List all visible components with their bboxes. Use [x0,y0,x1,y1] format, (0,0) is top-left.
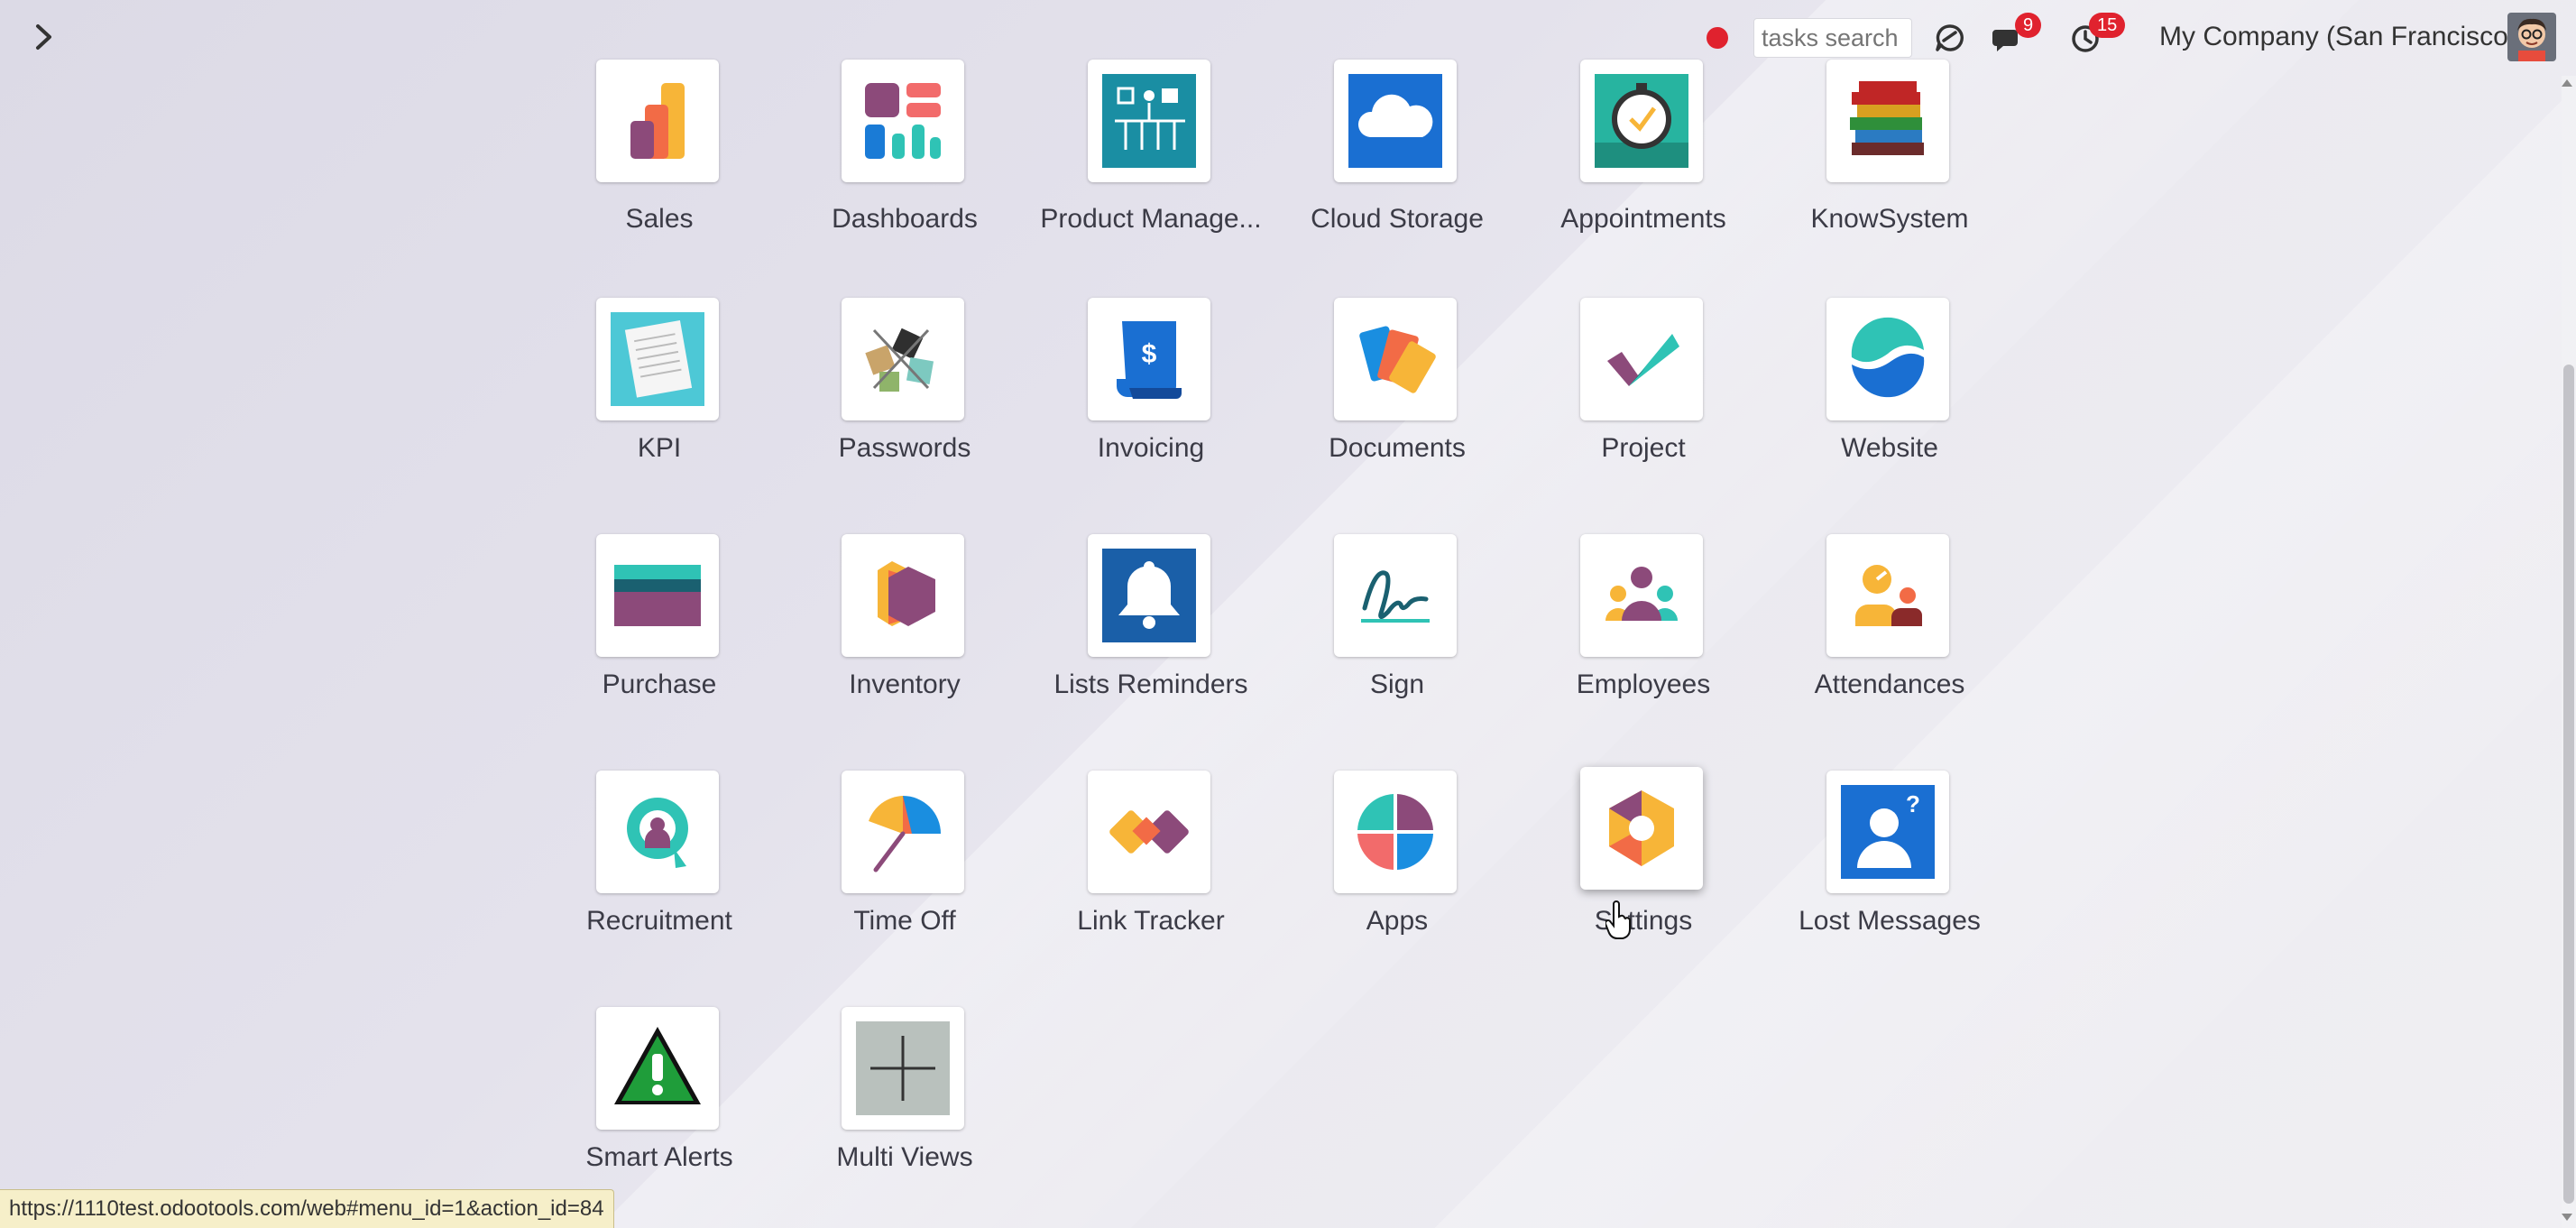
chat-bubble-refresh-icon [1936,24,1964,51]
app-website[interactable]: Website [1767,298,2012,478]
app-time-off[interactable]: Time Off [782,771,1027,951]
scroll-up-arrow-icon[interactable] [2562,79,2572,87]
sales-icon [630,83,685,159]
app-knowsystem[interactable]: KnowSystem [1767,60,2012,244]
status-bar-url: https://1110test.odootools.com/web#menu_… [0,1189,614,1228]
app-passwords[interactable]: Passwords [782,298,1027,478]
app-lists-reminders[interactable]: Lists Reminders [1028,534,1274,715]
recording-indicator-icon[interactable] [1707,27,1728,49]
kpi-icon [611,312,704,406]
app-attendances[interactable]: Attendances [1767,534,2012,715]
documents-icon [1359,326,1436,393]
svg-text:$: $ [1142,339,1157,369]
menu-toggle-button[interactable] [23,16,65,58]
apps-icon [1357,794,1433,870]
invoicing-icon: $ [1117,321,1182,399]
refresh-button[interactable] [1930,18,1970,58]
cloud-storage-icon [1348,74,1442,168]
app-recruitment[interactable]: Recruitment [537,771,782,951]
tasks-search-input[interactable] [1753,18,1912,58]
app-settings[interactable]: Settings [1521,767,1766,947]
user-avatar[interactable] [2507,13,2556,61]
app-kpi[interactable]: KPI [537,298,782,478]
settings-icon [1609,790,1674,866]
purchase-icon [614,565,701,626]
hand-cursor-icon [1605,900,1631,939]
app-sign[interactable]: Sign [1274,534,1520,715]
app-sales[interactable]: Sales [537,60,782,244]
app-purchase[interactable]: Purchase [537,534,782,715]
app-invoicing[interactable]: $ Invoicing [1028,298,1274,478]
scrollbar-thumb[interactable] [2563,365,2574,1204]
multi-views-icon [856,1021,950,1115]
website-icon [1851,317,1925,398]
knowsystem-icon [1850,81,1924,155]
app-smart-alerts[interactable]: Smart Alerts [537,1007,782,1187]
warning-icon [614,1027,701,1104]
app-appointments[interactable]: Appointments [1521,60,1766,244]
messages-count-badge: 9 [2015,13,2042,38]
employees-icon [1605,567,1678,621]
app-lost-messages[interactable]: ? Lost Messages [1767,771,2012,951]
inventory-icon [878,561,935,626]
app-employees[interactable]: Employees [1521,534,1766,715]
svg-text:?: ? [1906,790,1920,817]
lost-messages-icon: ? [1841,785,1935,879]
appointments-icon [1595,74,1688,168]
chevron-right-icon [36,24,51,50]
product-management-icon [1102,74,1196,168]
activities-button[interactable]: 15 [2065,13,2126,58]
sign-icon [1361,570,1430,623]
app-multi-views[interactable]: Multi Views [782,1007,1027,1187]
app-dashboards[interactable]: Dashboards [782,60,1027,244]
attendances-icon [1855,565,1922,626]
bell-icon [1102,549,1196,642]
app-product-management[interactable]: Product Manage... [1028,60,1274,244]
app-link-tracker[interactable]: Link Tracker [1028,771,1274,951]
scroll-down-arrow-icon[interactable] [2562,1214,2572,1221]
messages-button[interactable]: 9 [1988,13,2042,58]
app-inventory[interactable]: Inventory [782,534,1027,715]
app-apps[interactable]: Apps [1274,771,1520,951]
app-cloud-storage[interactable]: Cloud Storage [1274,60,1520,244]
project-icon [1607,334,1679,386]
dashboards-icon [865,83,941,159]
passwords-icon [865,328,934,392]
app-documents[interactable]: Documents [1274,298,1520,478]
recruitment-icon [627,798,688,868]
company-switcher[interactable]: My Company (San Francisco) [2159,22,2517,52]
link-tracker-icon [1109,810,1189,854]
app-project[interactable]: Project [1521,298,1766,478]
user-avatar-icon [2507,13,2556,61]
activities-count-badge: 15 [2089,13,2126,38]
umbrella-icon [869,796,941,873]
